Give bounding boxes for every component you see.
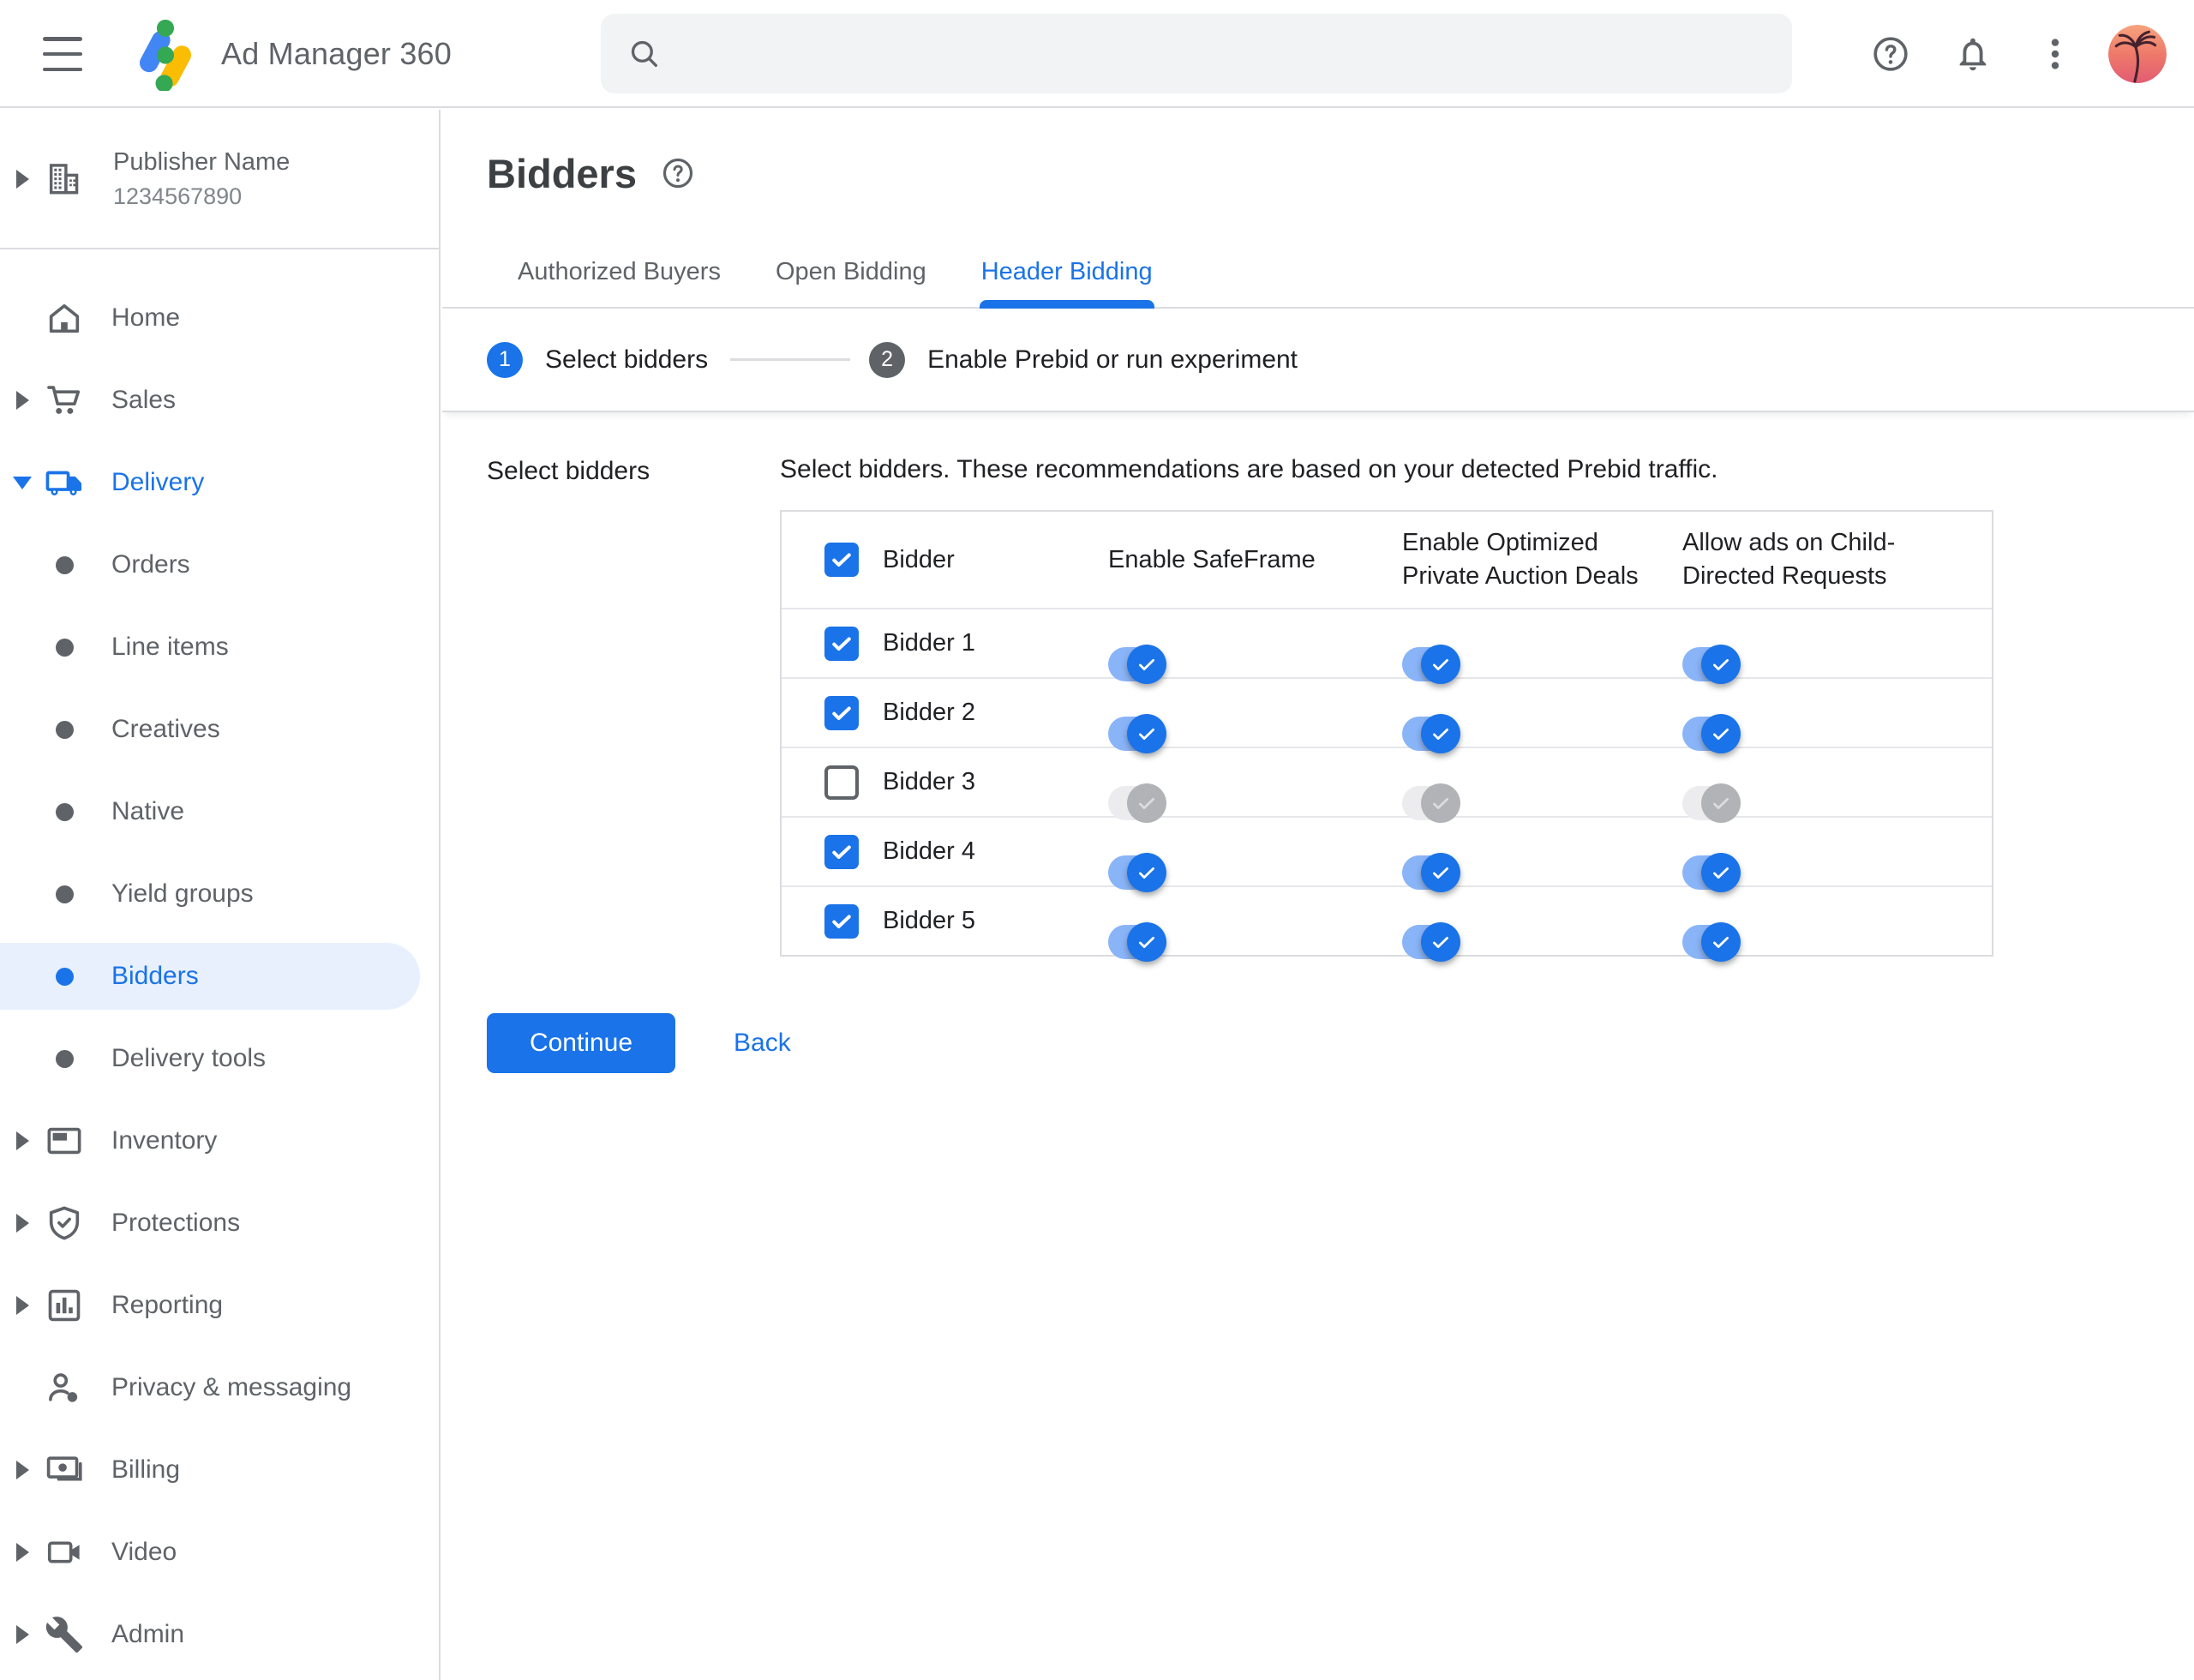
sidebar-item-line-items[interactable]: Line items [0,606,439,688]
section-label: Select bidders [487,457,650,485]
bullet-icon [45,1039,84,1078]
sidebar-item-admin[interactable]: Admin [0,1593,439,1676]
expand-right-icon [15,1461,29,1479]
sidebar-item-creatives[interactable]: Creatives [0,688,439,771]
expand-right-icon [15,1214,29,1233]
expand-right-icon [15,169,29,189]
step-number-badge: 2 [869,341,906,378]
tab-authorized-buyers[interactable]: Authorized Buyers [495,237,743,307]
bullet-icon [45,710,84,749]
bullet-icon [45,957,84,996]
bar-chart-icon [45,1286,84,1325]
home-icon [45,298,84,338]
main-content: Bidders Authorized Buyers Open Bidding H… [442,110,2194,1680]
more-options-button[interactable] [2014,13,2096,95]
palm-tree-avatar-image [2108,25,2167,83]
table-row: Bidder 1 [782,608,1992,684]
search-input[interactable] [685,27,1792,80]
tab-header-bidding[interactable]: Header Bidding [959,237,1175,309]
publisher-switcher[interactable]: Publisher Name 1234567890 [0,110,439,249]
continue-button[interactable]: Continue [487,1013,675,1073]
table-row: Bidder 4 [782,816,1992,892]
step-select-bidders[interactable]: 1 Select bidders [487,341,708,378]
tab-open-bidding[interactable]: Open Bidding [753,237,949,307]
table-description: Select bidders. These recommendations ar… [780,455,1718,483]
sidebar-item-privacy-messaging[interactable]: Privacy & messaging [0,1347,439,1429]
shield-check-icon [45,1203,84,1243]
bidder-checkbox[interactable] [824,626,859,661]
table-row: Bidder 3 [782,747,1992,823]
tab-bar: Authorized Buyers Open Bidding Header Bi… [442,237,2194,309]
sidebar-item-protections[interactable]: Protections [0,1182,439,1264]
bidder-checkbox[interactable] [824,834,859,869]
bullet-icon [45,545,84,585]
publisher-name: Publisher Name [113,147,291,176]
ad-manager-logo-icon [140,19,191,91]
stepper: 1 Select bidders 2 Enable Prebid or run … [442,309,2194,412]
expand-right-icon [15,1543,29,1562]
sidebar-item-delivery[interactable]: Delivery [0,441,439,524]
building-icon [45,159,84,199]
money-bill-icon [45,1450,84,1490]
help-icon [1873,37,1908,71]
publisher-id: 1234567890 [113,183,243,209]
bidder-checkbox[interactable] [824,695,859,730]
truck-icon [45,463,84,502]
help-button[interactable] [1849,13,1932,95]
expand-down-icon [13,476,32,489]
bullet-icon [45,627,84,667]
step-enable-prebid[interactable]: 2 Enable Prebid or run experiment [869,341,1298,378]
kebab-menu-icon [2051,39,2059,69]
expand-right-icon [15,391,29,410]
sidebar-item-orders[interactable]: Orders [0,524,439,606]
sidebar-item-yield-groups[interactable]: Yield groups [0,853,439,935]
table-row: Bidder 5 [782,885,1992,962]
bullet-icon [45,874,84,914]
sidebar-item-reporting[interactable]: Reporting [0,1264,439,1347]
select-all-checkbox[interactable] [824,543,859,577]
expand-right-icon [15,1131,29,1150]
sidebar-item-video[interactable]: Video [0,1511,439,1593]
account-avatar[interactable] [2108,25,2167,83]
sidebar-item-delivery-tools[interactable]: Delivery tools [0,1017,439,1100]
app-title: Ad Manager 360 [221,36,452,71]
bidder-checkbox[interactable] [824,765,859,800]
bullet-icon [45,792,84,831]
table-row: Bidder 2 [782,677,1992,753]
sidebar-item-home[interactable]: Home [0,277,439,359]
sidebar: Publisher Name 1234567890 Home Sales Del… [0,110,441,1680]
bidders-table: Bidder Enable SafeFrame Enable Optimized… [780,510,1993,962]
inventory-icon [45,1121,84,1161]
person-privacy-icon [45,1368,84,1407]
step-number-badge: 1 [487,341,523,378]
wrench-icon [45,1615,84,1654]
search-bar[interactable] [601,14,1792,93]
search-icon [631,40,657,67]
back-button[interactable]: Back [720,1022,805,1065]
top-app-bar: Ad Manager 360 [0,0,2194,108]
table-header-row: Bidder Enable SafeFrame Enable Optimized… [782,512,1992,608]
step-connector [730,358,851,361]
video-camera-icon [45,1533,84,1572]
notifications-button[interactable] [1932,13,2014,95]
page-title: Bidders [487,150,637,196]
cart-icon [45,381,84,420]
sidebar-item-inventory[interactable]: Inventory [0,1100,439,1182]
expand-right-icon [15,1296,29,1315]
sidebar-item-bidders[interactable]: Bidders [0,935,439,1017]
sidebar-item-native[interactable]: Native [0,771,439,853]
sidebar-item-sales[interactable]: Sales [0,359,439,441]
bell-icon [1959,38,1987,71]
sidebar-item-billing[interactable]: Billing [0,1429,439,1511]
page-help-icon[interactable] [661,156,695,190]
expand-right-icon [15,1625,29,1644]
menu-icon[interactable] [43,37,82,71]
bidder-checkbox[interactable] [824,903,859,939]
